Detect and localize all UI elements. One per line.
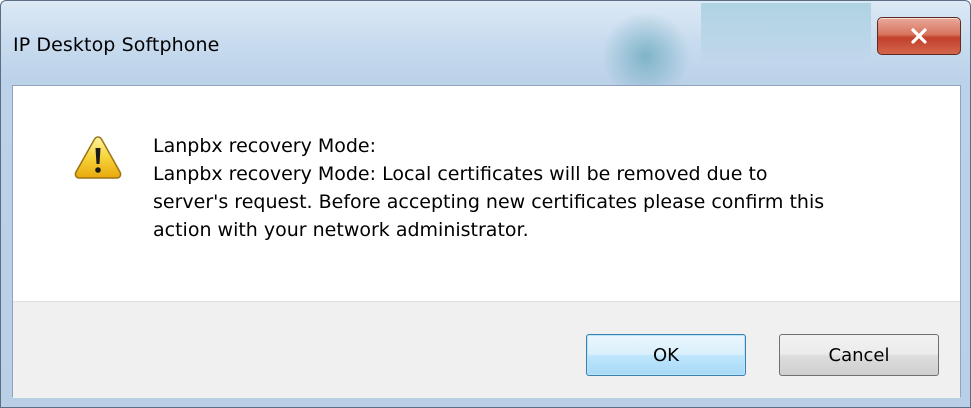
message-line: action with your network administrator.: [153, 219, 529, 241]
cancel-button[interactable]: Cancel: [779, 334, 939, 376]
button-bar: OK Cancel: [13, 301, 960, 398]
title-bar[interactable]: IP Desktop Softphone: [1, 1, 970, 85]
close-button[interactable]: [877, 17, 961, 55]
message-line: server's request. Before accepting new c…: [153, 191, 825, 213]
dialog-window: IP Desktop Softphone Lanpbx recovery Mod…: [0, 0, 971, 408]
message-line: Lanpbx recovery Mode: Local certificates…: [153, 163, 768, 185]
message-line: Lanpbx recovery Mode:: [153, 135, 377, 157]
message-area: Lanpbx recovery Mode: Lanpbx recovery Mo…: [13, 86, 960, 301]
ok-button[interactable]: OK: [586, 334, 746, 376]
close-icon: [910, 28, 928, 44]
dialog-client-area: Lanpbx recovery Mode: Lanpbx recovery Mo…: [12, 85, 961, 398]
message-text: Lanpbx recovery Mode: Lanpbx recovery Mo…: [153, 132, 913, 244]
warning-icon: [73, 134, 123, 180]
window-title: IP Desktop Softphone: [13, 34, 220, 56]
